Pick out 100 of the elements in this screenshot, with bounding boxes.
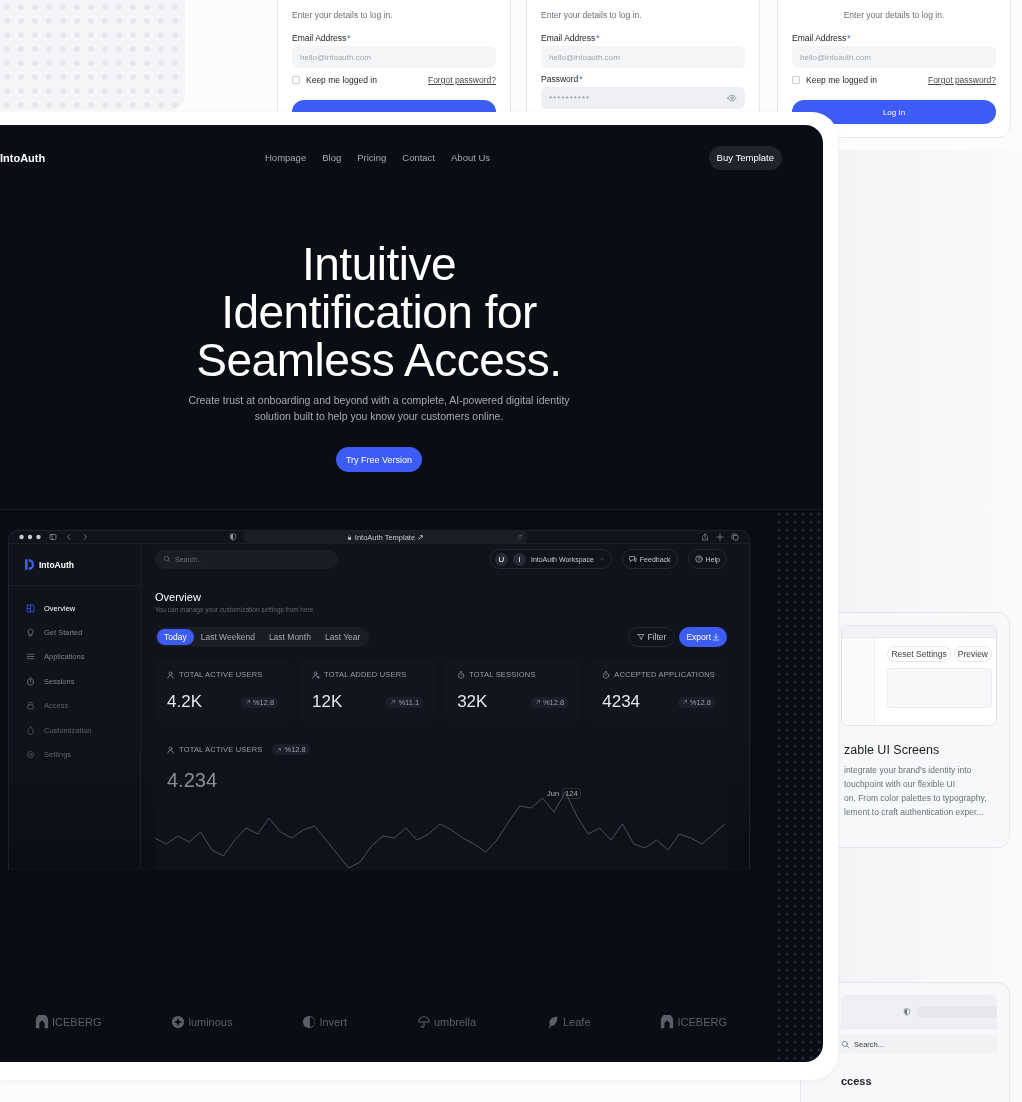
subtitle: Enter your details to log in. (292, 9, 394, 21)
chevron-icon (598, 556, 605, 562)
checkbox-label: Keep me logged in (306, 75, 377, 85)
thumbnail-button[interactable]: Preview (953, 646, 992, 662)
buy-template-button[interactable]: Buy Template (708, 145, 782, 170)
login-button[interactable]: Log In (792, 100, 996, 124)
stopwatch-icon (602, 670, 611, 679)
thumbnail-button[interactable]: Reset Settings (887, 646, 951, 662)
list-icon (26, 652, 35, 662)
arch-icon (660, 1015, 675, 1029)
input-field[interactable]: hello@intoauth.com (792, 46, 996, 68)
try-free-button[interactable]: Try Free Version (335, 447, 423, 472)
nav-link[interactable]: Pricing (357, 152, 387, 163)
settings-icon (26, 750, 35, 760)
partner-logo-text: umbrella (433, 1016, 477, 1028)
card-text: integrate your brand's identity into (844, 764, 973, 777)
hero-text: Create trust at onboarding and beyond with a complete, AI-powered digital identity solution built to help you know your customers online. (187, 393, 571, 424)
input-field[interactable]: hello@intoauth.com (541, 46, 745, 68)
sidebar-icon (49, 533, 57, 541)
arrow-icon (681, 699, 688, 705)
chart-value: 4.234 (167, 769, 219, 792)
shield-icon (903, 1008, 911, 1016)
add-user-icon (312, 670, 321, 679)
lock-icon (26, 701, 35, 711)
card-text: on. From color palettes to typography, (844, 792, 988, 805)
umbrella-icon (416, 1015, 431, 1029)
forgot-password-link[interactable]: Forgot password? (927, 75, 996, 85)
leaf-icon (546, 1015, 560, 1029)
export-button[interactable]: Export (679, 627, 727, 647)
padlock-icon (346, 534, 352, 540)
arrow-icon (244, 699, 251, 705)
hero-heading: Intuitive Identification for Seamless Access. (195, 240, 563, 384)
stat-value: 12K (312, 692, 343, 712)
period-tab[interactable]: Last Month (261, 629, 318, 645)
window-controls-icon[interactable] (19, 534, 41, 540)
plus-icon (716, 533, 724, 541)
reload-icon (517, 534, 523, 540)
period-tab[interactable]: Last Weekend (193, 629, 262, 645)
stat-value: 4234 (602, 692, 641, 712)
logo-text: IntoAuth (39, 559, 74, 570)
partner-logo-text: Leafe (563, 1016, 591, 1028)
field-label: Password (541, 73, 579, 85)
partner-logo-text: Invert (319, 1016, 347, 1028)
lightbulb-icon (26, 628, 35, 638)
field-label: Email Address (541, 32, 596, 44)
user-icon (167, 670, 175, 679)
required-mark: * (596, 32, 600, 44)
required-mark: * (847, 32, 851, 44)
checkbox-label: Keep me logged in (806, 75, 877, 85)
input-field[interactable]: hello@intoauth.com (292, 46, 496, 68)
card-text: touchpoint with our flexible UI (844, 778, 957, 791)
star-icon (171, 1015, 186, 1029)
partner-logo-text: luminous (188, 1016, 233, 1028)
required-mark: * (347, 32, 351, 44)
drop-icon (26, 725, 35, 735)
grid-icon (26, 603, 35, 613)
checkbox[interactable] (292, 76, 300, 84)
help-icon (694, 555, 703, 563)
stopwatch-icon (457, 670, 466, 679)
nav-link[interactable]: Blog (322, 152, 342, 163)
search-icon (163, 555, 171, 563)
arrow-icon (390, 699, 397, 705)
period-tab[interactable]: Last Year (317, 629, 368, 645)
half-circle-icon (302, 1015, 317, 1029)
nav-link[interactable]: About Us (451, 152, 491, 163)
chat-icon (628, 555, 637, 563)
avatar: U (494, 552, 508, 566)
subtitle: Enter your details to log in. (842, 9, 946, 21)
forward-icon (81, 533, 89, 541)
arch-icon (35, 1015, 49, 1029)
forgot-password-link[interactable]: Forgot password? (427, 75, 496, 85)
tabs-icon (731, 533, 739, 541)
shield-icon (229, 533, 237, 541)
avatar: I (512, 552, 526, 566)
arrow-icon (276, 746, 283, 753)
checkbox[interactable] (792, 76, 800, 84)
card-title: zable UI Screens (844, 743, 941, 757)
nav-link[interactable]: Hompage (265, 152, 307, 163)
logo-icon (25, 559, 34, 570)
nav-link[interactable]: Contact (402, 152, 435, 163)
card-text: lement to craft authentication exper... (844, 806, 985, 819)
logo-text: IntoAuth (0, 151, 47, 164)
heading: ccess (841, 1075, 873, 1087)
arrow-icon (534, 699, 541, 705)
stat-value: 32K (457, 692, 488, 712)
partner-logo-text: ICEBERG (52, 1016, 102, 1028)
period-tab[interactable]: Today (157, 629, 194, 645)
share-icon (701, 533, 709, 541)
eye-icon (727, 93, 737, 103)
stopwatch-icon (26, 676, 35, 686)
search-icon (841, 1039, 850, 1049)
filter-icon (636, 633, 645, 641)
field-label: Email Address (292, 32, 347, 44)
partner-logo-text: ICEBERG (677, 1016, 727, 1028)
stat-value: 4.2K (167, 692, 202, 712)
subtitle: Enter your details to log in. (541, 9, 643, 21)
download-icon (712, 633, 720, 641)
user-icon (167, 745, 175, 754)
back-icon (65, 533, 73, 541)
login-button[interactable] (292, 100, 496, 112)
